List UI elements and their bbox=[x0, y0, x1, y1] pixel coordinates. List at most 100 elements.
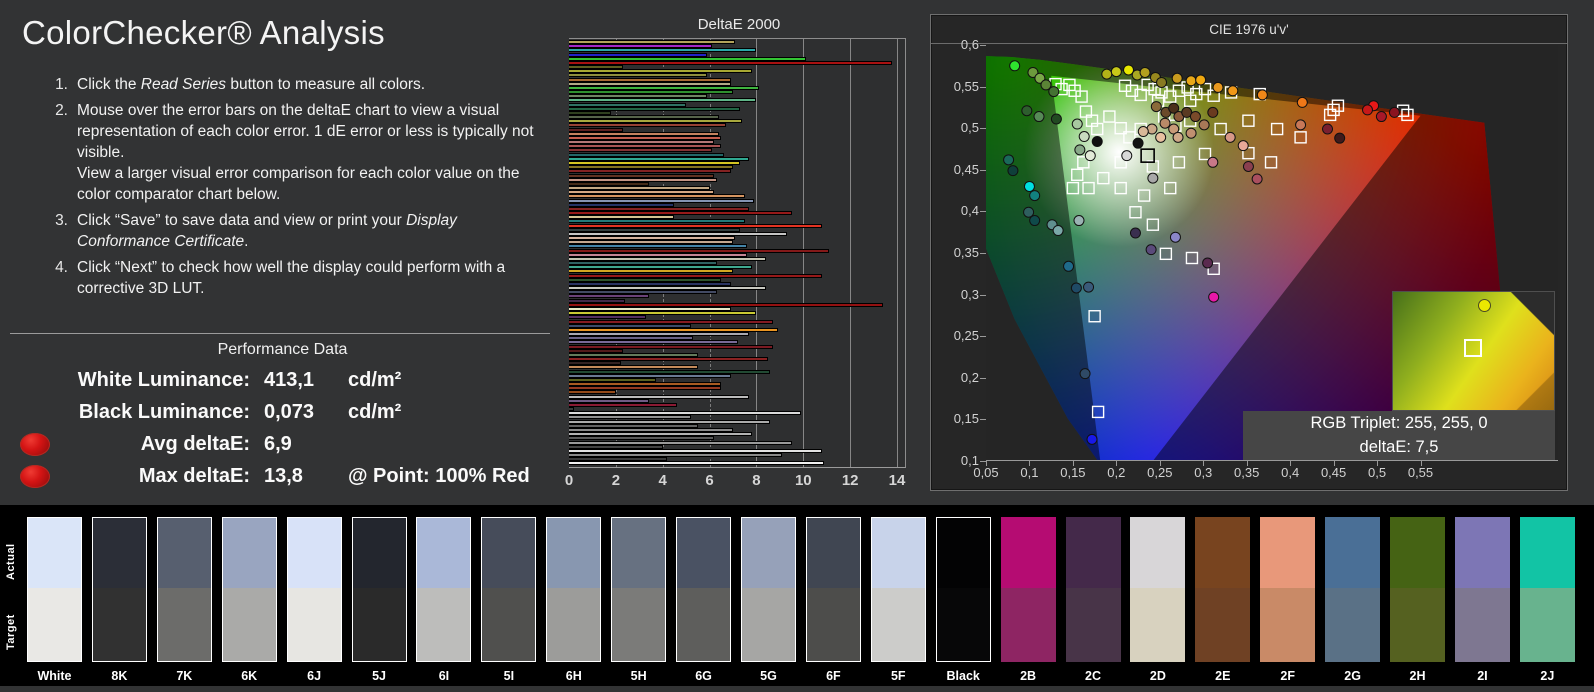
patch-swatch[interactable] bbox=[481, 517, 537, 662]
measured-point[interactable] bbox=[1207, 156, 1219, 168]
measured-point[interactable] bbox=[1071, 118, 1083, 130]
measured-point[interactable] bbox=[1155, 131, 1167, 143]
measured-point[interactable] bbox=[1227, 85, 1239, 97]
patch-swatch[interactable] bbox=[546, 517, 602, 662]
cie-x-tick-label: 0,15 bbox=[1060, 465, 1086, 480]
measured-point[interactable] bbox=[1172, 131, 1184, 143]
patch-swatch[interactable] bbox=[1130, 517, 1186, 662]
measured-point[interactable] bbox=[1050, 113, 1062, 125]
patch-swatch[interactable] bbox=[611, 517, 667, 662]
measured-point[interactable] bbox=[1009, 60, 1021, 72]
patch-swatch[interactable] bbox=[1195, 517, 1251, 662]
measured-point[interactable] bbox=[1388, 106, 1400, 118]
measured-point[interactable] bbox=[1296, 96, 1308, 108]
measured-point[interactable] bbox=[1079, 368, 1091, 380]
measured-point[interactable] bbox=[1185, 75, 1197, 87]
patch-swatch[interactable] bbox=[1000, 517, 1056, 662]
measured-point[interactable] bbox=[1086, 433, 1098, 445]
measured-point[interactable] bbox=[1073, 215, 1085, 227]
inset-target-square bbox=[1463, 339, 1482, 358]
measured-point[interactable] bbox=[1110, 66, 1122, 78]
cie-x-tick-label: 0,5 bbox=[1368, 465, 1387, 480]
measured-point[interactable] bbox=[1074, 144, 1086, 156]
measured-point[interactable] bbox=[1237, 140, 1249, 152]
patch-target-color bbox=[482, 588, 536, 661]
measured-point[interactable] bbox=[1121, 150, 1133, 162]
patch-label: 2D bbox=[1149, 669, 1166, 683]
measured-point[interactable] bbox=[1029, 215, 1041, 227]
measured-point[interactable] bbox=[1083, 281, 1095, 293]
measured-point[interactable] bbox=[1198, 119, 1210, 131]
measured-point[interactable] bbox=[1208, 291, 1220, 303]
measured-point[interactable] bbox=[1189, 111, 1201, 123]
deltae-chart-plot[interactable] bbox=[569, 38, 906, 468]
measured-point[interactable] bbox=[1052, 225, 1064, 237]
patch-target-color bbox=[547, 588, 601, 661]
measured-point[interactable] bbox=[1375, 111, 1387, 123]
measured-point[interactable] bbox=[1070, 282, 1082, 294]
measured-point[interactable] bbox=[1084, 150, 1096, 162]
patch-swatch[interactable] bbox=[805, 517, 861, 662]
measured-point[interactable] bbox=[1029, 190, 1041, 202]
patch-swatch[interactable] bbox=[416, 517, 472, 662]
measured-point[interactable] bbox=[1224, 131, 1236, 143]
measured-point[interactable] bbox=[1169, 231, 1181, 243]
measured-point[interactable] bbox=[1023, 180, 1035, 192]
patch-swatch[interactable] bbox=[1454, 517, 1510, 662]
patch-swatch[interactable] bbox=[1260, 517, 1316, 662]
measured-point[interactable] bbox=[1251, 173, 1263, 185]
patch-swatch[interactable] bbox=[870, 517, 926, 662]
patch-swatch[interactable] bbox=[91, 517, 147, 662]
measured-point[interactable] bbox=[1101, 68, 1113, 80]
measured-point[interactable] bbox=[1078, 131, 1090, 143]
measured-point[interactable] bbox=[1159, 117, 1171, 129]
inset-readout: RGB Triplet: 255, 255, 0 deltaE: 7,5 bbox=[1243, 411, 1555, 460]
measured-point[interactable] bbox=[1334, 132, 1346, 144]
measured-point[interactable] bbox=[1145, 244, 1157, 256]
color-patch: 6H bbox=[546, 517, 602, 683]
patch-swatch[interactable] bbox=[286, 517, 342, 662]
measured-point[interactable] bbox=[1156, 76, 1168, 88]
measured-point[interactable] bbox=[1033, 111, 1045, 123]
measured-point[interactable] bbox=[1021, 105, 1033, 117]
measured-point[interactable] bbox=[1295, 119, 1307, 131]
measured-point[interactable] bbox=[1063, 260, 1075, 272]
measured-point[interactable] bbox=[1242, 160, 1254, 172]
patch-swatch[interactable] bbox=[740, 517, 796, 662]
measured-point[interactable] bbox=[1207, 106, 1219, 118]
patch-target-color bbox=[1065, 588, 1121, 662]
measured-point[interactable] bbox=[1137, 126, 1149, 138]
measured-point[interactable] bbox=[1195, 74, 1207, 86]
measured-point[interactable] bbox=[1003, 154, 1015, 166]
measured-point[interactable] bbox=[1202, 257, 1214, 269]
color-patch: 6J bbox=[286, 517, 342, 683]
measured-point[interactable] bbox=[1048, 86, 1060, 98]
measured-point[interactable] bbox=[1171, 72, 1183, 84]
deltae-error-bar[interactable] bbox=[569, 461, 825, 466]
deltae-x-tick-label: 0 bbox=[564, 472, 574, 489]
deltae-error-bar[interactable] bbox=[569, 402, 677, 407]
patch-swatch[interactable] bbox=[1390, 517, 1446, 662]
patch-swatch[interactable] bbox=[935, 517, 991, 662]
measured-point[interactable] bbox=[1185, 127, 1197, 139]
measured-point[interactable] bbox=[1007, 165, 1019, 177]
patch-swatch[interactable] bbox=[676, 517, 732, 662]
patch-swatch[interactable] bbox=[1325, 517, 1381, 662]
measured-point[interactable] bbox=[1129, 227, 1141, 239]
patch-swatch[interactable] bbox=[221, 517, 277, 662]
measured-point[interactable] bbox=[1361, 104, 1373, 116]
patch-swatch[interactable] bbox=[27, 517, 82, 662]
measured-point[interactable] bbox=[1139, 66, 1151, 78]
patch-swatch[interactable] bbox=[1519, 517, 1575, 662]
measured-point[interactable] bbox=[1091, 136, 1103, 148]
measured-point[interactable] bbox=[1212, 81, 1224, 93]
patch-swatch[interactable] bbox=[1065, 517, 1121, 662]
cie-plot-area[interactable]: 0,6 0,55 0,5 0,45 0,4 0,35 0,3 0,25 0,2 0,15 0,1 0… bbox=[954, 37, 1558, 480]
patch-swatch[interactable] bbox=[351, 517, 407, 662]
measured-point[interactable] bbox=[1147, 172, 1159, 184]
measured-point[interactable] bbox=[1322, 123, 1334, 135]
measured-point[interactable] bbox=[1132, 137, 1144, 149]
patch-swatch[interactable] bbox=[156, 517, 212, 662]
measured-point[interactable] bbox=[1256, 89, 1268, 101]
measured-point[interactable] bbox=[1150, 101, 1162, 113]
